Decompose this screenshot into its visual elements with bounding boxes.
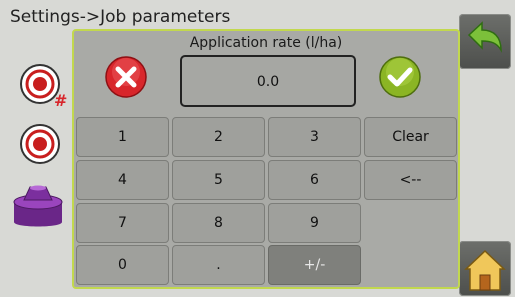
target-rate-icon[interactable]: # [18,62,68,112]
decimal-key[interactable]: . [172,245,265,285]
back-arrow-icon [467,21,502,53]
key-1[interactable]: 1 [76,117,169,157]
key-7[interactable]: 7 [76,203,169,243]
nozzle-icon[interactable] [8,182,68,234]
key-9[interactable]: 9 [268,203,361,243]
clear-key[interactable]: Clear [364,117,457,157]
value-display: 0.0 [180,55,356,107]
sign-toggle-key[interactable]: +/- [268,245,361,285]
numeric-entry-dialog: Application rate (l/ha) 0.0 1 2 3 Clear … [72,29,460,289]
confirm-button[interactable] [378,55,422,99]
key-2[interactable]: 2 [172,117,265,157]
back-button[interactable] [459,14,511,69]
svg-text:#: # [54,91,67,110]
home-icon [464,249,506,291]
dialog-title: Application rate (l/ha) [189,35,343,51]
key-8[interactable]: 8 [172,203,265,243]
page-title: Settings->Job parameters [10,7,231,27]
home-button[interactable] [459,241,511,296]
key-4[interactable]: 4 [76,160,169,200]
value-text: 0.0 [256,74,280,90]
backspace-key[interactable]: <-- [364,160,457,200]
key-0[interactable]: 0 [76,245,169,285]
screen: Settings->Job parameters # Application r… [0,0,515,297]
key-5[interactable]: 5 [172,160,265,200]
target-icon[interactable] [18,122,62,166]
key-3[interactable]: 3 [268,117,361,157]
key-6[interactable]: 6 [268,160,361,200]
cancel-button[interactable] [104,55,148,99]
